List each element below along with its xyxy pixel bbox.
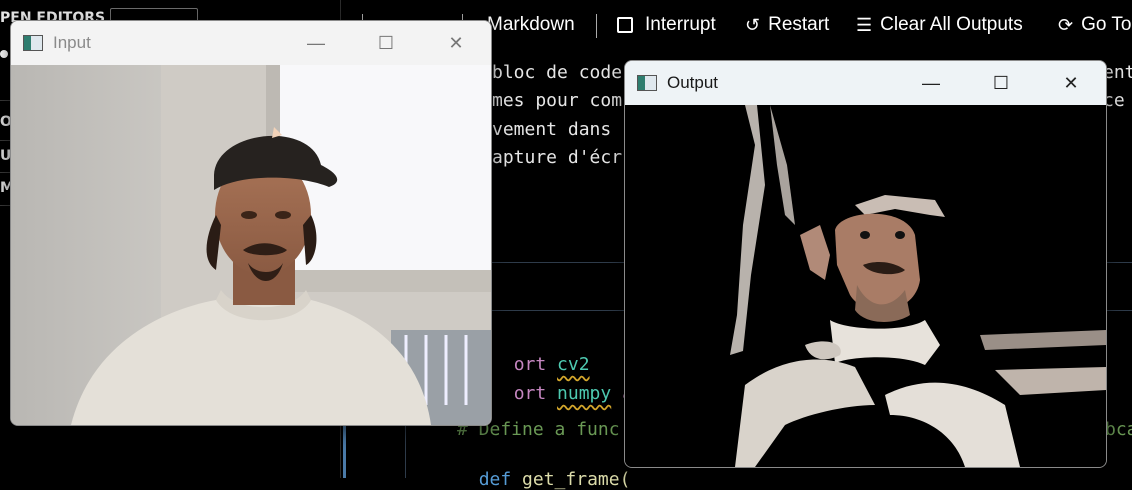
cell-border [405,425,406,478]
markdown-line: vement dans [492,119,612,140]
camera-feed-image [11,65,491,425]
restart-icon: ↺ [745,14,761,35]
stop-square-icon [617,17,633,33]
markdown-button[interactable]: Markdown [487,14,575,36]
unsaved-dot-icon [0,50,8,58]
interrupt-label: Interrupt [645,14,716,35]
code-comment-tail: bca [1105,419,1132,440]
go-to-button[interactable]: ⟳ Go To [1058,14,1131,36]
interrupt-button[interactable]: Interrupt [617,14,716,36]
toolbar-separator [596,14,597,38]
def-keyword: def [478,469,512,490]
function-name: get_frame [522,469,620,490]
code-line[interactable]: def get_frame( [457,448,631,490]
minimize-button[interactable]: — [896,61,966,105]
app-icon [23,35,43,51]
app-icon [637,75,657,91]
segmented-output-image [625,105,1106,467]
clear-all-outputs-button[interactable]: ☰ Clear All Outputs [856,14,1023,36]
close-button[interactable]: ✕ [1036,61,1106,105]
clear-all-outputs-label: Clear All Outputs [880,14,1023,35]
restart-button[interactable]: ↺ Restart [745,14,829,36]
minimize-button[interactable]: — [281,21,351,65]
output-window[interactable]: Output — ☐ ✕ [624,60,1107,468]
markdown-label: Markdown [487,14,575,35]
import-keyword: ort [513,383,547,404]
input-titlebar[interactable]: Input — ☐ ✕ [11,21,491,65]
close-button[interactable]: ✕ [421,21,491,65]
module-name: numpy [557,383,612,404]
window-title: Output [667,73,719,92]
input-window[interactable]: Input — ☐ ✕ [10,20,492,426]
markdown-line: bloc de code [492,62,623,83]
cell-focus-bar [343,425,346,478]
go-to-label: Go To [1081,14,1132,35]
output-titlebar[interactable]: Output — ☐ ✕ [625,61,1106,105]
markdown-fragment: ent [1103,62,1132,83]
clear-outputs-icon: ☰ [856,14,873,35]
maximize-button[interactable]: ☐ [351,21,421,65]
markdown-line: mes pour com [492,90,623,111]
refresh-icon: ⟳ [1058,14,1074,35]
restart-label: Restart [768,14,830,35]
window-title: Input [53,33,91,52]
maximize-button[interactable]: ☐ [966,61,1036,105]
markdown-line: apture d'écr [492,147,623,168]
code-line[interactable]: ort numpy as [492,362,644,404]
paren: ( [619,469,631,490]
